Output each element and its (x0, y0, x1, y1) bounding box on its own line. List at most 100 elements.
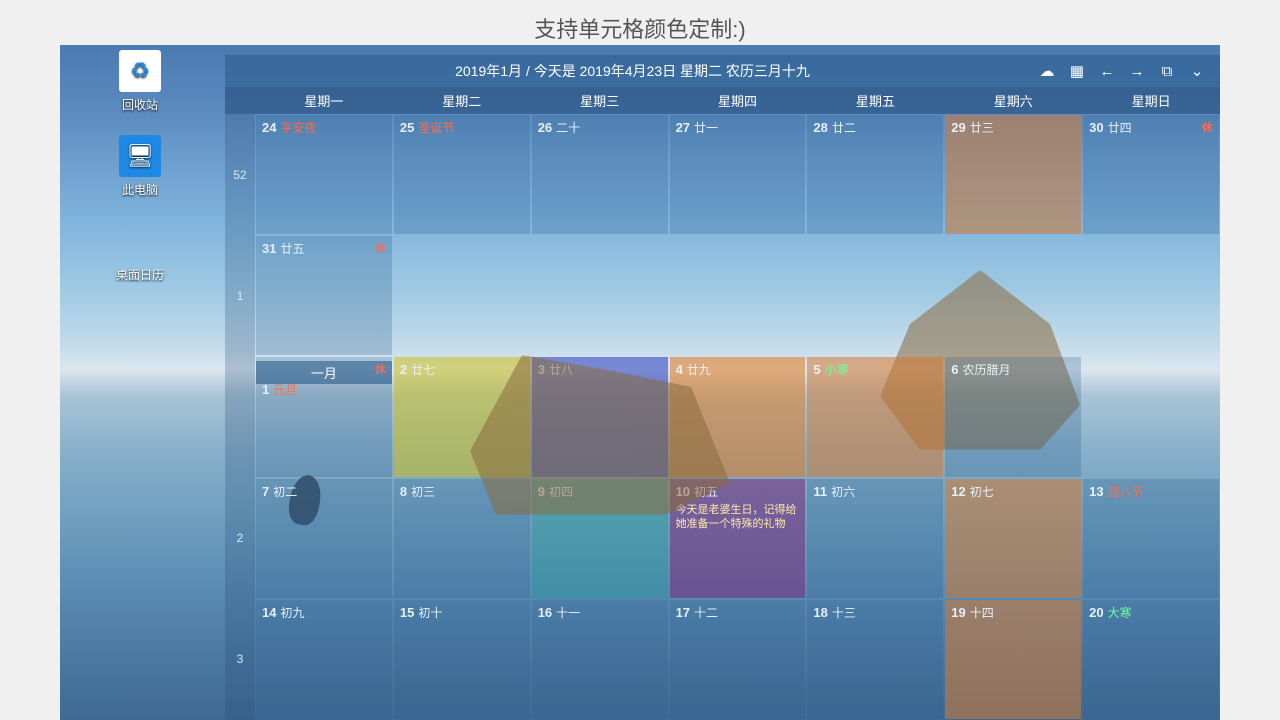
settings-button[interactable]: ⧉ (1152, 58, 1182, 84)
calendar-day-cell[interactable]: 2廿七 (394, 357, 530, 476)
lunar-label: 初四 (549, 485, 573, 499)
lunar-label: 初六 (831, 485, 855, 499)
day-number: 28 (813, 120, 827, 135)
day-number: 6 (951, 362, 958, 377)
calendar-day-cell[interactable] (1083, 357, 1219, 476)
day-number: 26 (538, 120, 552, 135)
today-button[interactable]: ▦ (1062, 58, 1092, 84)
calendar-day-cell[interactable]: 3廿八 (532, 357, 668, 476)
recycle-bin-icon: ♻ (119, 50, 161, 92)
lunar-label: 元旦 (273, 383, 297, 397)
calendar-day-cell[interactable]: 一月1 元旦 休 (256, 357, 392, 476)
calendar-day-cell[interactable] (670, 236, 806, 355)
week-number: 52 (225, 114, 255, 235)
calendar-day-cell[interactable] (394, 236, 530, 355)
lunar-label: 初三 (411, 485, 435, 499)
calendar-title: 2019年1月 / 今天是 2019年4月23日 星期二 农历三月十九 (233, 61, 1032, 81)
calendar-app-icon (119, 220, 161, 262)
desktop-icon-label: 回收站 (100, 96, 180, 113)
calendar-day-cell[interactable]: 12初七 (945, 479, 1081, 598)
lunar-label: 廿七 (411, 363, 435, 377)
calendar-day-cell[interactable]: 28廿二 (807, 115, 943, 234)
calendar-day-cell[interactable]: 20 大寒 (1083, 600, 1219, 719)
calendar-day-cell[interactable]: 15初十 (394, 600, 530, 719)
day-name: 星期四 (669, 87, 807, 114)
day-number: 20 (1089, 605, 1103, 620)
calendar-day-cell[interactable]: 6农历腊月 (945, 357, 1081, 476)
day-number: 5 (813, 362, 820, 377)
desktop-icon-my-pc[interactable]: 🖥 此电脑 (100, 135, 180, 198)
calendar-day-cell[interactable]: 17十二 (670, 600, 806, 719)
day-name: 星期三 (531, 87, 669, 114)
day-number: 12 (951, 484, 965, 499)
calendar-day-cell[interactable]: 11初六 (807, 479, 943, 598)
lunar-label: 小寒 (825, 363, 849, 377)
calendar-day-cell[interactable] (1083, 236, 1219, 355)
lunar-label: 平安夜 (280, 121, 316, 135)
calendar-day-cell[interactable]: 14初九 (256, 600, 392, 719)
lunar-label: 腊八节 (1108, 485, 1144, 499)
week-number: 3 (225, 599, 255, 720)
calendar-day-cell[interactable]: 30廿四休 (1083, 115, 1219, 234)
calendar-day-cell[interactable]: 27廿一 (670, 115, 806, 234)
desktop-icon-calendar-app[interactable]: 桌面日历 (100, 220, 180, 283)
calendar-day-cell[interactable]: 7初二 (256, 479, 392, 598)
holiday-badge: 休 (375, 361, 386, 377)
desktop-icon-label: 桌面日历 (100, 266, 180, 283)
calendar-day-cell[interactable]: 10 初五今天是老婆生日，记得给她准备一个特殊的礼物 (670, 479, 806, 598)
calendar-day-cell[interactable]: 18十三 (807, 600, 943, 719)
calendar-day-cell[interactable]: 24平安夜 (256, 115, 392, 234)
day-note: 今天是老婆生日，记得给她准备一个特殊的礼物 (676, 503, 800, 533)
month-label: 一月 (256, 361, 392, 384)
calendar-day-cell[interactable]: 16十一 (532, 600, 668, 719)
day-number: 7 (262, 484, 269, 499)
calendar-week-row: 27初二8初三9初四10初五今天是老婆生日，记得给她准备一个特殊的礼物11初六1… (225, 478, 1220, 599)
calendar-day-cell[interactable]: 26二十 (532, 115, 668, 234)
prev-month-button[interactable]: ← (1092, 58, 1122, 84)
calendar-day-cell[interactable]: 19 十四 (945, 600, 1081, 719)
day-number: 15 (400, 605, 414, 620)
lunar-label: 十四 (970, 606, 994, 620)
calendar-week-row: 314初九15初十16十一17十二18十三 19 十四 20 大寒 (225, 599, 1220, 720)
calendar-day-cell[interactable]: 31廿五休 (256, 236, 392, 355)
lunar-label: 初五 (694, 485, 718, 499)
day-number: 8 (400, 484, 407, 499)
calendar-day-cell[interactable]: 29廿三 (945, 115, 1081, 234)
day-name: 星期六 (944, 87, 1082, 114)
day-number: 10 (676, 484, 690, 499)
next-month-button[interactable]: → (1122, 58, 1152, 84)
desktop-icon-recycle-bin[interactable]: ♻ 回收站 (100, 50, 180, 113)
day-number: 1 (262, 382, 269, 397)
day-name: 星期日 (1082, 87, 1220, 114)
calendar-week-row: 131廿五休 (225, 235, 1220, 356)
desktop-icon-label: 此电脑 (100, 181, 180, 198)
calendar-day-cell[interactable]: 5 小寒 (807, 357, 943, 476)
calendar-day-cell[interactable]: 25圣诞节 (394, 115, 530, 234)
day-number: 29 (951, 120, 965, 135)
day-name: 星期二 (393, 87, 531, 114)
day-number: 19 (951, 605, 965, 620)
calendar-day-cell[interactable] (807, 236, 943, 355)
day-number: 9 (538, 484, 545, 499)
week-number (225, 356, 255, 477)
holiday-badge: 休 (375, 240, 386, 256)
day-number: 13 (1089, 484, 1103, 499)
calendar-day-cell[interactable]: 13 腊八节 (1083, 479, 1219, 598)
calendar-day-cell[interactable] (945, 236, 1081, 355)
day-number: 14 (262, 605, 276, 620)
calendar-day-cell[interactable]: 9 初四 (532, 479, 668, 598)
cloud-sync-button[interactable]: ☁ (1032, 58, 1062, 84)
day-number: 4 (676, 362, 683, 377)
day-number: 30 (1089, 120, 1103, 135)
calendar-day-cell[interactable]: 4 廿九 (670, 357, 806, 476)
lunar-label: 廿九 (687, 363, 711, 377)
lunar-label: 大寒 (1108, 606, 1132, 620)
collapse-button[interactable]: ⌄ (1182, 58, 1212, 84)
pc-icon: 🖥 (119, 135, 161, 177)
calendar-day-cell[interactable] (532, 236, 668, 355)
lunar-label: 廿八 (549, 363, 573, 377)
calendar-titlebar: 2019年1月 / 今天是 2019年4月23日 星期二 农历三月十九 ☁ ▦ … (225, 55, 1220, 87)
calendar-widget: 2019年1月 / 今天是 2019年4月23日 星期二 农历三月十九 ☁ ▦ … (225, 55, 1220, 720)
calendar-day-cell[interactable]: 8 初三 (394, 479, 530, 598)
holiday-badge: 休 (1202, 119, 1213, 135)
